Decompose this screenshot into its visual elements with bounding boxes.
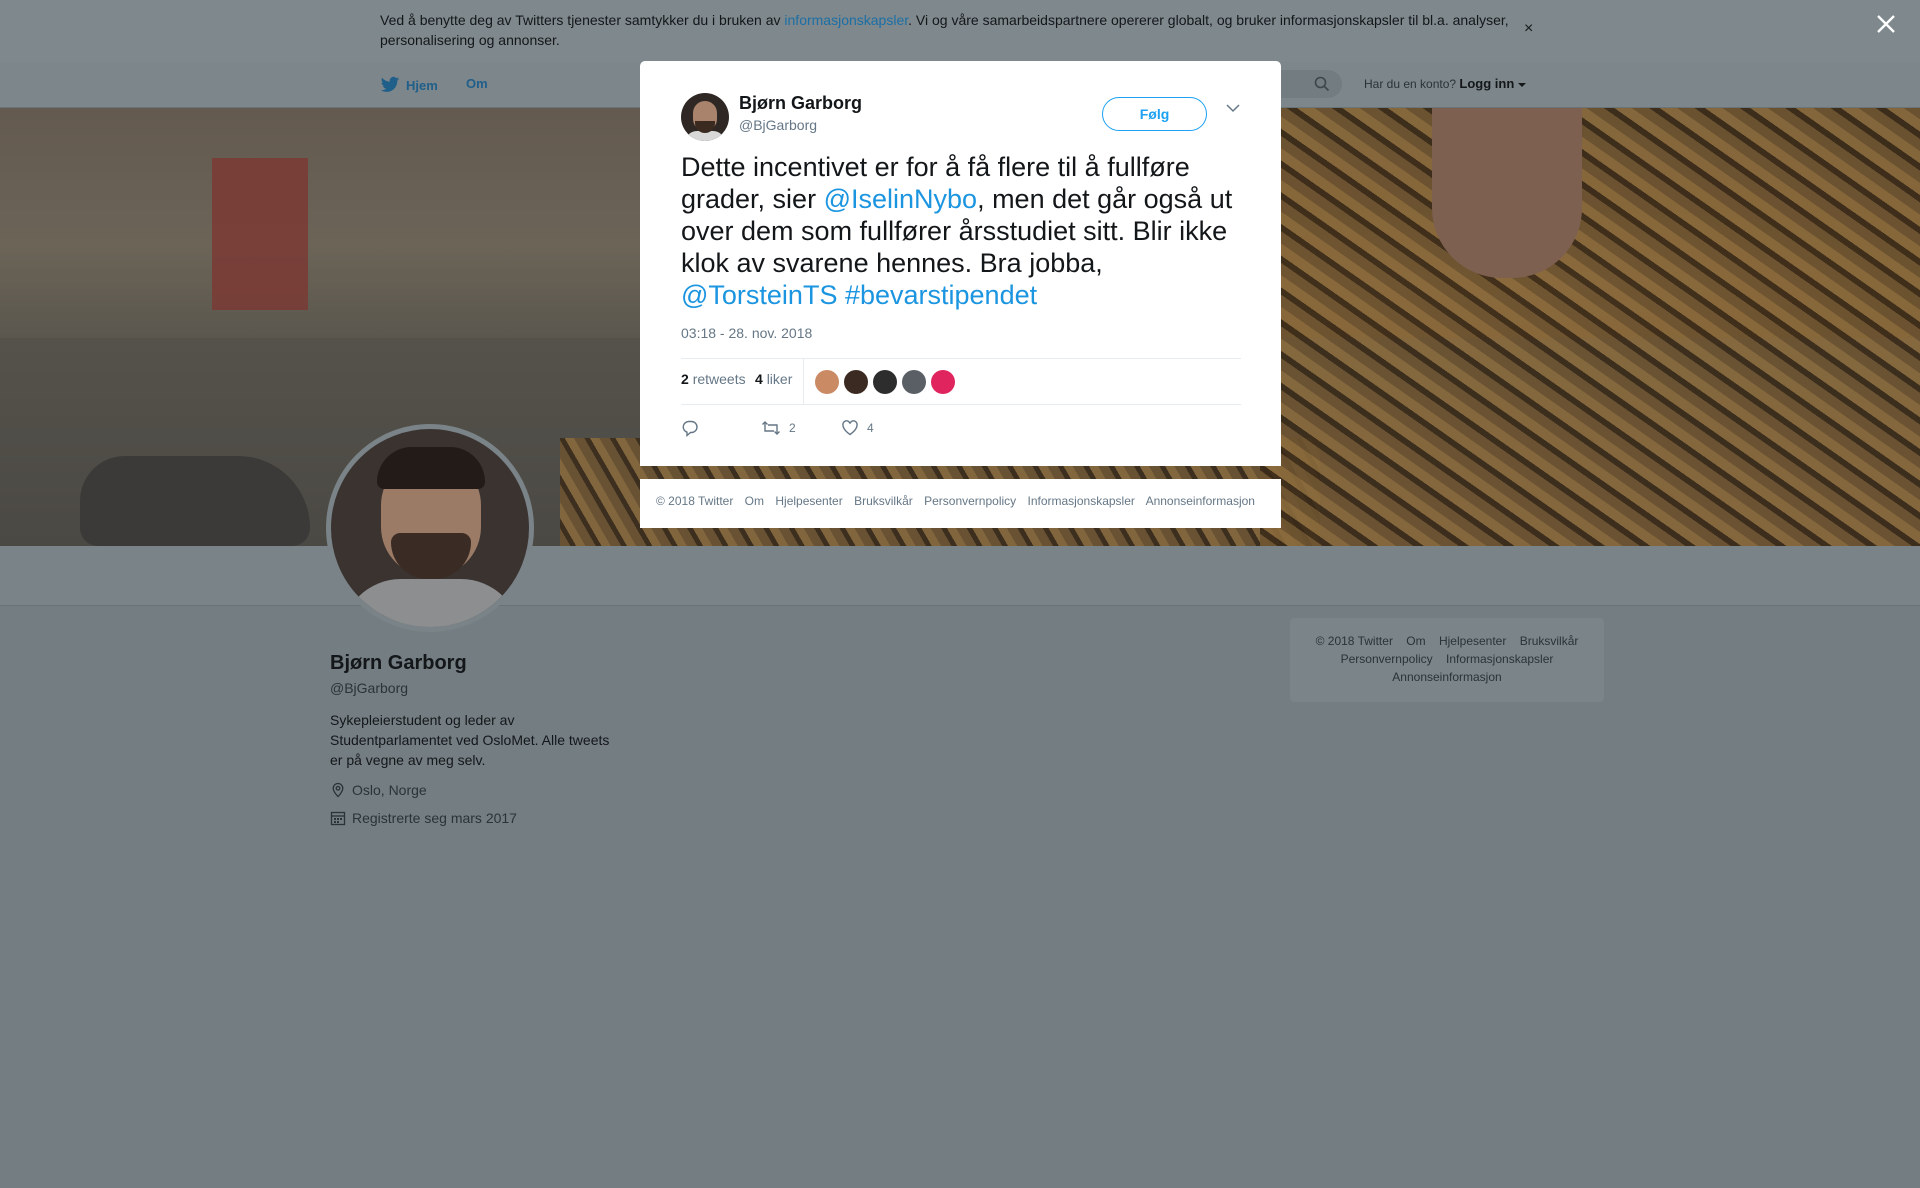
likes-stat[interactable]: 4 liker: [755, 371, 792, 387]
reply-icon: [682, 420, 698, 437]
nav-account-area: Har du en konto? Logg inn: [1364, 76, 1526, 91]
likers-avatars: [815, 370, 955, 394]
modal-footer-about[interactable]: Om: [745, 494, 764, 508]
stats-divider: [803, 359, 804, 405]
chevron-down-icon[interactable]: [1226, 103, 1240, 113]
tweet-author-name[interactable]: Bjørn Garborg: [739, 93, 862, 114]
retweets-count: 2: [681, 371, 689, 387]
modal-footer-ads[interactable]: Annonseinformasjon: [1146, 494, 1255, 508]
heart-icon: [842, 420, 858, 436]
modal-footer: © 2018 Twitter Om Hjelpesenter Bruksvilk…: [640, 479, 1281, 528]
nav-home-label: Hjem: [406, 77, 438, 93]
modal-footer-cookies[interactable]: Informasjonskapsler: [1028, 494, 1135, 508]
calendar-icon: [330, 811, 346, 826]
liker-avatar[interactable]: [815, 370, 839, 394]
avatar-hair-shape: [377, 447, 485, 489]
liker-avatar[interactable]: [844, 370, 868, 394]
profile-location: Oslo, Norge: [330, 782, 427, 798]
cookie-policy-link[interactable]: informasjonskapsler: [784, 12, 908, 28]
cookie-banner: Ved å benytte deg av Twitters tjenester …: [0, 0, 1920, 62]
retweet-icon: [762, 421, 780, 435]
like-action-count: 4: [867, 421, 874, 435]
retweet-button[interactable]: 2: [761, 419, 796, 437]
profile-handle[interactable]: @BjGarborg: [330, 680, 408, 696]
caret-down-icon: [1517, 83, 1526, 87]
login-link[interactable]: Logg inn: [1459, 76, 1514, 91]
modal-footer-privacy[interactable]: Personvernpolicy: [924, 494, 1016, 508]
banner-costume-shape-2: [1260, 108, 1920, 546]
side-footer-privacy[interactable]: Personvernpolicy: [1341, 652, 1433, 666]
reply-button[interactable]: [681, 419, 699, 437]
profile-bio: Sykepleierstudent og leder av Studentpar…: [330, 712, 610, 768]
mention-link-torsteints[interactable]: @TorsteinTS: [681, 280, 837, 310]
tweet-text-part-3: [837, 280, 845, 310]
tweet-author-avatar[interactable]: [681, 93, 729, 141]
retweets-label: retweets: [692, 371, 746, 387]
side-footer-ads[interactable]: Annonseinformasjon: [1392, 670, 1501, 684]
avatar-beard-shape: [391, 533, 471, 579]
side-footer: © 2018 Twitter Om Hjelpesenter Bruksvilk…: [1290, 618, 1604, 702]
cookie-banner-text: Ved å benytte deg av Twitters tjenester …: [380, 10, 1520, 50]
side-footer-cookies[interactable]: Informasjonskapsler: [1446, 652, 1553, 666]
retweet-action-count: 2: [789, 421, 796, 435]
tweet-timestamp[interactable]: 03:18 - 28. nov. 2018: [681, 325, 812, 341]
retweets-stat[interactable]: 2 retweets: [681, 371, 746, 387]
location-pin-icon: [332, 782, 344, 798]
side-footer-about[interactable]: Om: [1406, 634, 1425, 648]
side-footer-copyright: © 2018 Twitter: [1315, 634, 1393, 648]
twitter-bird-icon: [380, 76, 400, 92]
follow-button[interactable]: Følg: [1102, 97, 1207, 131]
mention-link-iselinnybo[interactable]: @IselinNybo: [824, 184, 977, 214]
tweet-text: Dette incentivet er for å få flere til å…: [681, 151, 1241, 311]
cookie-dismiss-button[interactable]: ×: [1524, 20, 1533, 38]
profile-joined: Registrerte seg mars 2017: [330, 810, 517, 826]
account-prompt: Har du en konto?: [1364, 77, 1457, 91]
nav-about-link[interactable]: Om: [466, 76, 488, 91]
profile-location-text: Oslo, Norge: [352, 782, 427, 798]
modal-footer-help[interactable]: Hjelpesenter: [775, 494, 842, 508]
profile-nav-bar: [0, 546, 1920, 606]
search-icon[interactable]: [1314, 76, 1330, 92]
profile-avatar[interactable]: [326, 424, 534, 632]
tweet-modal: Bjørn Garborg @BjGarborg Følg Dette ince…: [640, 61, 1281, 466]
modal-footer-copyright: © 2018 Twitter: [656, 494, 734, 508]
likes-count: 4: [755, 371, 763, 387]
close-icon[interactable]: [1874, 12, 1898, 36]
modal-footer-terms[interactable]: Bruksvilkår: [854, 494, 913, 508]
avatar-shirt-shape: [341, 579, 521, 627]
profile-name[interactable]: Bjørn Garborg: [330, 652, 467, 675]
side-footer-terms[interactable]: Bruksvilkår: [1520, 634, 1579, 648]
side-footer-help[interactable]: Hjelpesenter: [1439, 634, 1506, 648]
tweet-actions: 2 4: [681, 419, 1241, 443]
nav-home-link[interactable]: Hjem: [380, 76, 438, 94]
banner-face-shape: [1432, 108, 1582, 278]
liker-avatar[interactable]: [902, 370, 926, 394]
tweet-author-handle[interactable]: @BjGarborg: [739, 117, 817, 133]
banner-shoe-shape: [80, 456, 310, 546]
like-button[interactable]: 4: [841, 419, 874, 437]
tweet-stats: 2 retweets 4 liker: [681, 358, 1241, 405]
liker-avatar[interactable]: [873, 370, 897, 394]
hashtag-link[interactable]: #bevarstipendet: [845, 280, 1037, 310]
liker-avatar[interactable]: [931, 370, 955, 394]
cookie-text-before: Ved å benytte deg av Twitters tjenester …: [380, 12, 785, 28]
banner-barrier-shape: [212, 158, 308, 310]
likes-label: liker: [766, 371, 793, 387]
profile-joined-text: Registrerte seg mars 2017: [352, 810, 517, 826]
banner-wall-shape: [0, 108, 640, 338]
